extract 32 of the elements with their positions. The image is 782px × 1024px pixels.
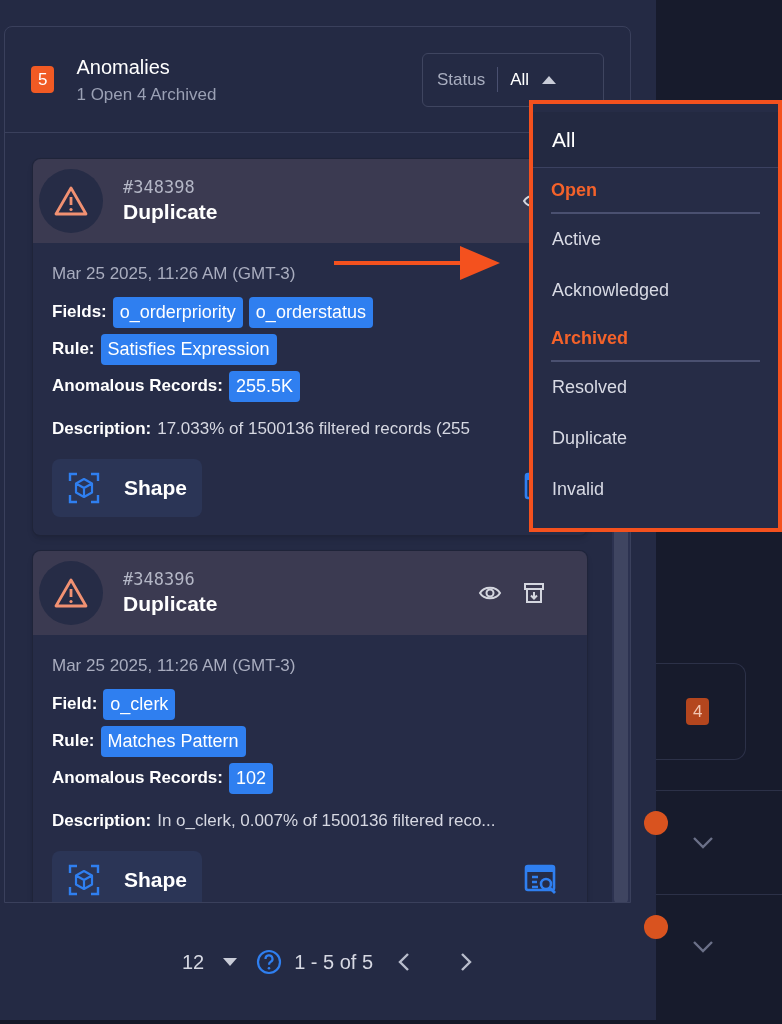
panel-title: Anomalies	[76, 54, 171, 80]
description-text: In o_clerk, 0.007% of 1500136 filtered reco...	[157, 809, 496, 832]
filter-value: All	[510, 68, 530, 91]
tag: o_orderpriority	[112, 296, 243, 328]
field-label: Field:	[52, 693, 98, 716]
tag: Matches Pattern	[100, 725, 246, 757]
anomaly-type: Duplicate	[123, 591, 219, 617]
description-text: 17.033% of 1500136 filtered records (255	[157, 417, 470, 440]
tag: Satisfies Expression	[100, 333, 277, 365]
field-label: Anomalous Records:	[52, 375, 223, 398]
tag: o_clerk	[103, 688, 176, 720]
tag: 102	[229, 762, 274, 794]
field-label: Rule:	[52, 730, 95, 753]
timestamp: Mar 25 2025, 11:26 AM (GMT-3)	[52, 655, 296, 677]
panel-subtitle: 1 Open 4 Archived	[76, 83, 218, 106]
field-label: Anomalous Records:	[52, 767, 223, 790]
field-label: Description:	[52, 417, 152, 440]
anomaly-id: #348398	[123, 176, 196, 198]
menu-group-header: Open	[551, 168, 760, 214]
filter-label: Status	[437, 66, 499, 93]
tag: 255.5K	[229, 370, 301, 402]
field-label: Description:	[52, 809, 152, 832]
count-badge: 5	[31, 65, 55, 94]
anomaly-type: Duplicate	[123, 199, 219, 225]
timestamp: Mar 25 2025, 11:26 AM (GMT-3)	[52, 263, 296, 285]
field-label: Fields:	[52, 301, 107, 324]
count-badge: 4	[686, 697, 710, 726]
menu-group-header: Archived	[551, 316, 760, 362]
page-range: 1 - 5 of 5	[294, 949, 374, 975]
anomaly-id: #348396	[123, 568, 196, 590]
field-label: Rule:	[52, 338, 95, 361]
tag: o_orderstatus	[248, 296, 373, 328]
